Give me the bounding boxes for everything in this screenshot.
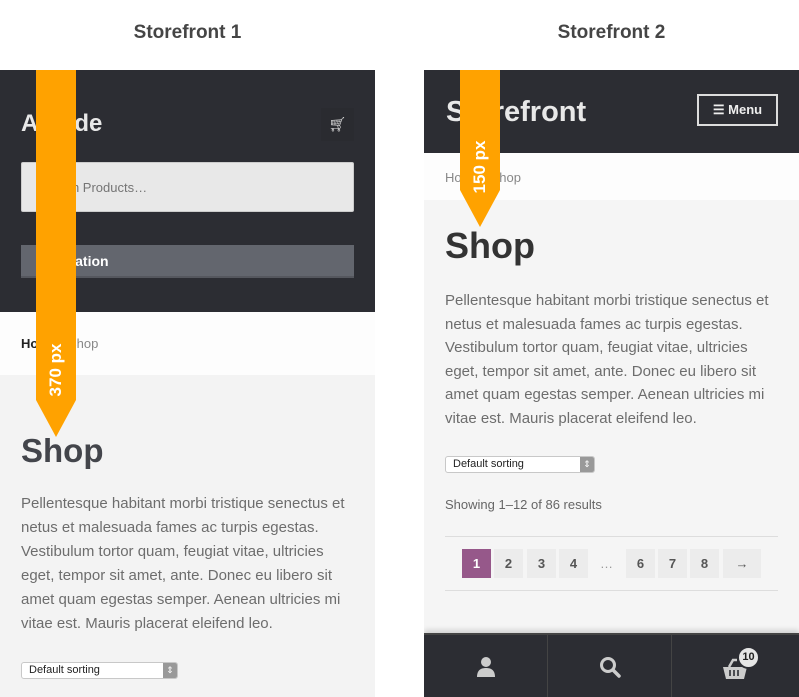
result-count: Showing 1–12 of 86 results: [445, 497, 602, 512]
caption-storefront-2: Storefront 2: [557, 22, 666, 43]
page-title: Shop: [445, 225, 535, 266]
sorting-select[interactable]: Default sorting ⇕: [21, 662, 178, 679]
hamburger-icon: ☰: [712, 102, 725, 117]
footer-bar: 10: [424, 633, 799, 697]
cart-count-badge: 10: [737, 646, 760, 669]
page-2[interactable]: 2: [494, 549, 523, 578]
user-icon: [477, 657, 495, 677]
page-3[interactable]: 3: [527, 549, 556, 578]
menu-label: Menu: [728, 102, 763, 117]
page-4[interactable]: 4: [559, 549, 588, 578]
banner-label: 370 px: [46, 343, 65, 397]
shop-description: Pellentesque habitant morbi tristique se…: [21, 495, 345, 632]
cart-button[interactable]: 10: [673, 635, 799, 697]
next-page-button[interactable]: →: [723, 549, 761, 578]
page-7[interactable]: 7: [658, 549, 687, 578]
page-title: Shop: [21, 432, 104, 469]
search-button[interactable]: [548, 635, 672, 697]
sorting-value: Default sorting: [29, 664, 100, 676]
select-arrows-icon: ⇕: [163, 663, 177, 678]
sorting-select[interactable]: Default sorting ⇕: [445, 456, 595, 473]
account-button[interactable]: [424, 635, 548, 697]
caption-storefront-1: Storefront 1: [133, 22, 242, 43]
select-arrows-icon: ⇕: [580, 457, 594, 472]
cart-button[interactable]: 🛒︎: [321, 108, 354, 141]
banner-label: 150 px: [470, 140, 489, 194]
page-1-current[interactable]: 1: [462, 549, 491, 578]
page-8[interactable]: 8: [690, 549, 719, 578]
height-banner-370: 370 px: [36, 70, 76, 437]
page-ellipsis: …: [600, 556, 613, 571]
sorting-value: Default sorting: [453, 458, 524, 470]
search-icon: [600, 657, 621, 678]
divider: [445, 536, 778, 537]
menu-button[interactable]: ☰ Menu: [697, 94, 778, 126]
shop-description: Pellentesque habitant morbi tristique se…: [445, 292, 769, 427]
cart-icon: 🛒︎: [328, 116, 347, 132]
banner-arrow: [36, 400, 76, 437]
banner-arrow: [460, 190, 500, 227]
page-6[interactable]: 6: [626, 549, 655, 578]
height-banner-150: 150 px: [460, 70, 500, 227]
divider: [445, 590, 778, 591]
